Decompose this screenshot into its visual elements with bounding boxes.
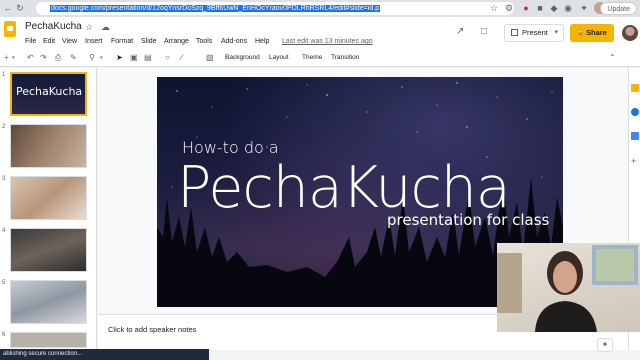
theme-button[interactable]: Theme <box>302 54 322 61</box>
menu-insert[interactable]: Insert <box>85 38 103 45</box>
menu-edit[interactable]: Edit <box>43 38 55 45</box>
avatar[interactable] <box>622 25 638 41</box>
extension-record-icon[interactable]: ● <box>520 2 532 14</box>
print-icon[interactable]: ⎙ <box>55 53 61 63</box>
back-arrow-icon[interactable]: ← <box>2 2 14 14</box>
menu-slide[interactable]: Slide <box>141 38 157 45</box>
present-button[interactable]: Present ▾ <box>504 24 564 42</box>
slide-thumb-1[interactable]: PechaKucha <box>10 72 87 116</box>
comment-icon[interactable]: □ <box>481 26 487 37</box>
app-header: PechaKucha ☆ ☁ File Edit View Insert For… <box>0 17 640 50</box>
update-button[interactable]: Update <box>600 2 637 15</box>
text-box-icon[interactable]: ▣ <box>130 53 138 63</box>
menu-view[interactable]: View <box>62 38 77 45</box>
chevron-down-icon[interactable]: ▾ <box>12 53 15 63</box>
explore-button[interactable]: ✦ <box>597 338 613 352</box>
menu-tools[interactable]: Tools <box>196 38 212 45</box>
collapse-toolbar-icon[interactable]: ⌃ <box>609 53 616 63</box>
gear-icon[interactable]: ⚙ <box>503 2 515 14</box>
present-screen-icon <box>511 29 518 36</box>
tasks-icon[interactable] <box>631 108 639 116</box>
slide-number: 1 <box>2 72 6 78</box>
star-bookmark-icon[interactable]: ☆ <box>488 2 500 14</box>
slide-number: 5 <box>2 280 6 286</box>
slide-number: 3 <box>2 176 6 182</box>
cloud-saved-icon[interactable]: ☁ <box>101 22 110 33</box>
chevron-down-icon[interactable]: ▾ <box>554 25 558 41</box>
shape-icon[interactable]: ○ <box>165 53 170 63</box>
browser-toolbar: ← ↻ docs.google.com/presentation/d/12oqY… <box>0 0 640 17</box>
address-bar[interactable]: docs.google.com/presentation/d/12oqYnsrD… <box>36 2 514 15</box>
slide-thumb-5[interactable] <box>10 280 87 324</box>
status-bar: ablishing secure connection... <box>0 349 209 360</box>
paint-format-icon[interactable]: ✎ <box>70 53 77 63</box>
refresh-icon[interactable]: ↻ <box>14 2 26 14</box>
webcam-overlay <box>497 243 640 332</box>
slide-thumb-4[interactable] <box>10 228 87 272</box>
extension-icon-3[interactable]: ◉ <box>562 2 574 14</box>
menu-addons[interactable]: Add-ons <box>221 38 247 45</box>
slides-logo-icon[interactable] <box>4 21 16 37</box>
add-comment-icon[interactable]: ▧ <box>206 53 214 63</box>
chevron-down-icon[interactable]: ▾ <box>100 53 103 63</box>
extension-icon-2[interactable]: ◆ <box>548 2 560 14</box>
slide-thumb-6[interactable] <box>10 332 87 348</box>
menu-arrange[interactable]: Arrange <box>164 38 189 45</box>
share-label: Share <box>586 28 607 37</box>
share-button[interactable]: 🔒 Share <box>570 24 614 42</box>
line-icon[interactable]: ∕ <box>181 53 182 63</box>
extension-icon[interactable]: ■ <box>534 2 546 14</box>
redo-icon[interactable]: ↷ <box>40 53 47 63</box>
star-icon[interactable]: ☆ <box>85 22 93 33</box>
editing-toolbar: + ▾ ↶ ↷ ⎙ ✎ ⚲ ▾ ➤ ▣ ▤ ○ ∕ ▧ Background L… <box>0 50 640 67</box>
undo-icon[interactable]: ↶ <box>27 53 34 63</box>
presenter-video <box>497 245 638 332</box>
lock-icon: 🔒 <box>576 29 585 36</box>
activity-trend-icon[interactable]: ↗ <box>456 26 464 37</box>
add-addon-icon[interactable]: + <box>631 156 636 166</box>
layout-button[interactable]: Layout <box>269 54 289 61</box>
transition-button[interactable]: Transition <box>331 54 359 61</box>
background-button[interactable]: Background <box>225 54 260 61</box>
slide-number: 4 <box>2 228 6 234</box>
slide-subtitle[interactable]: presentation for class <box>387 211 549 229</box>
document-title[interactable]: PechaKucha <box>25 21 82 32</box>
slide-thumb-3[interactable] <box>10 176 87 220</box>
image-icon[interactable]: ▤ <box>144 53 152 63</box>
menu-help[interactable]: Help <box>255 38 269 45</box>
puzzle-icon[interactable]: ✦ <box>578 2 590 14</box>
select-cursor-icon[interactable]: ➤ <box>116 53 123 63</box>
url-text: docs.google.com/presentation/d/12oqYnsrD… <box>50 5 381 12</box>
menu-format[interactable]: Format <box>111 38 133 45</box>
slide-number: 6 <box>2 332 6 338</box>
slide-thumb-2[interactable] <box>10 124 87 168</box>
new-slide-icon[interactable]: + <box>4 53 9 63</box>
calendar-icon[interactable] <box>631 132 639 140</box>
slide-filmstrip: 1 PechaKucha 2 3 4 5 6 <box>0 68 97 350</box>
menu-file[interactable]: File <box>25 38 36 45</box>
zoom-icon[interactable]: ⚲ <box>89 53 95 63</box>
speaker-notes-placeholder: Click to add speaker notes <box>108 325 197 334</box>
present-label: Present <box>522 28 548 37</box>
last-edit-link[interactable]: Last edit was 13 minutes ago <box>282 38 373 45</box>
slide-number: 2 <box>2 124 6 130</box>
keep-icon[interactable] <box>631 84 639 92</box>
thumb-title: PechaKucha <box>16 85 83 98</box>
